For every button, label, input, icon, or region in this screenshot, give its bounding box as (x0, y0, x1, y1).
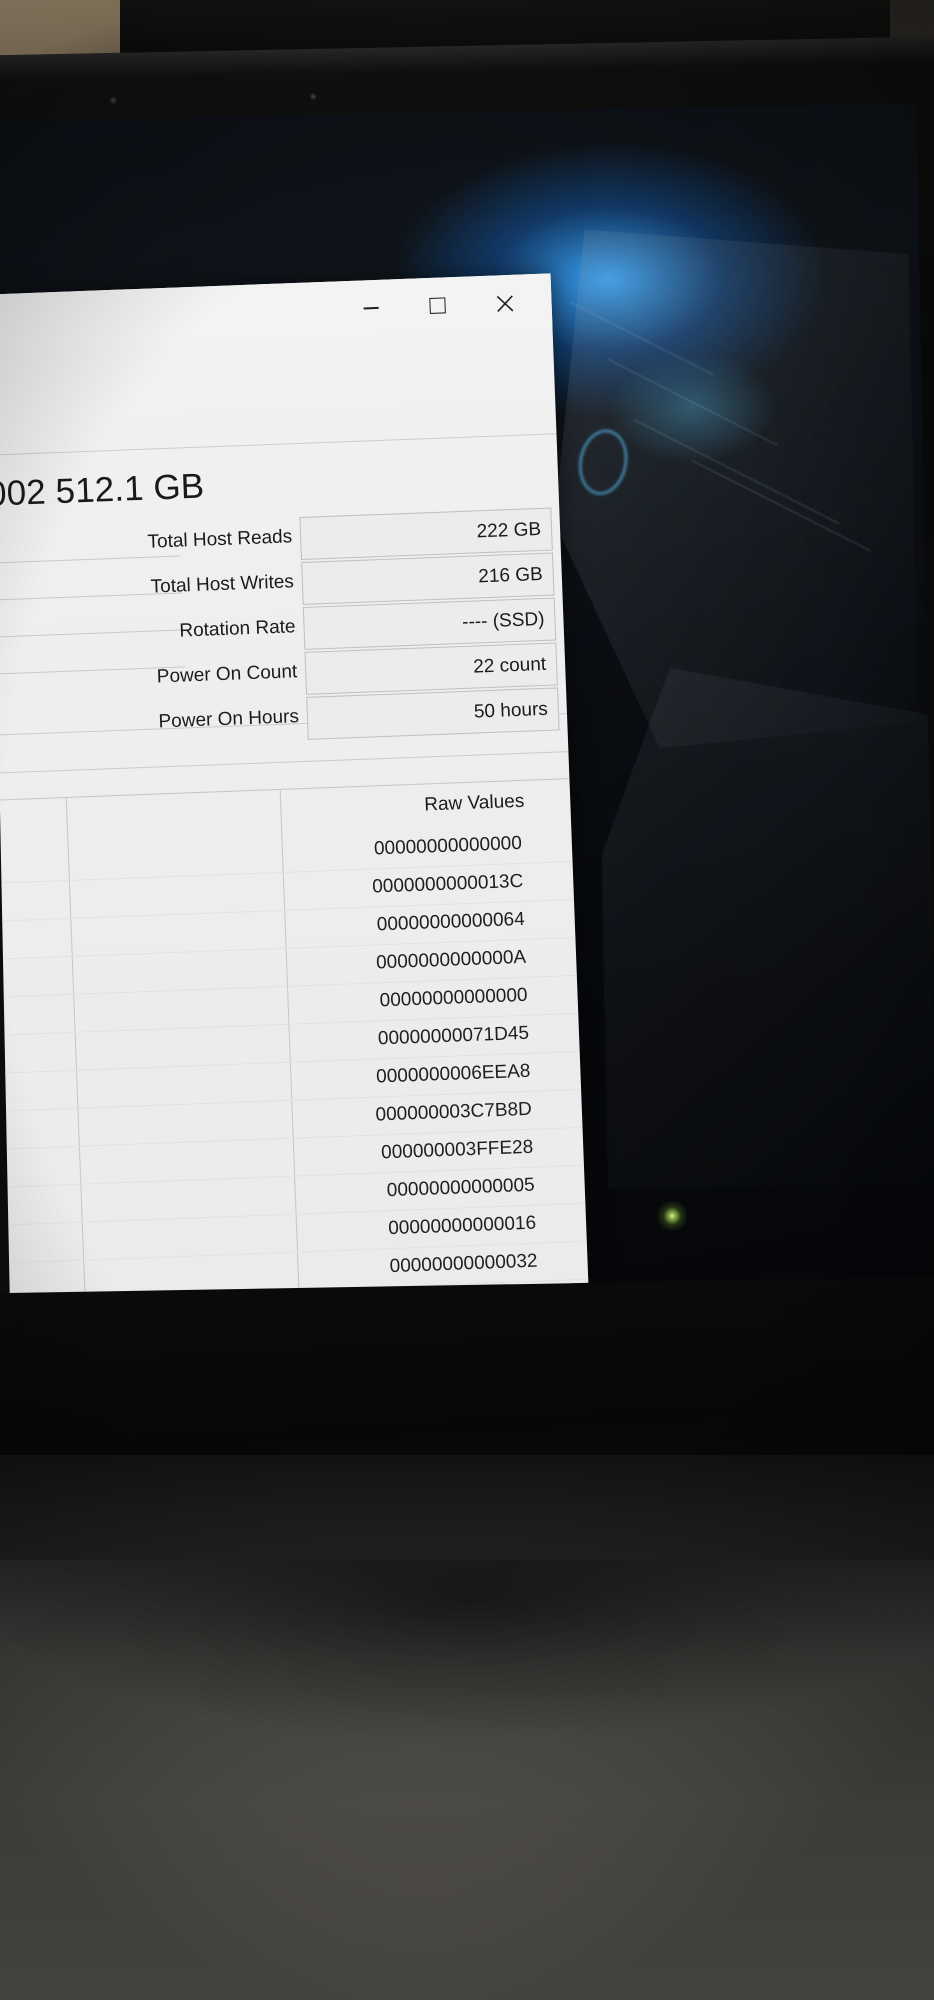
table-row[interactable]: 00000000000000 (379, 985, 528, 1013)
field-label: Total Host Writes (150, 571, 295, 598)
table-row[interactable]: 00000000000016 (388, 1213, 537, 1241)
close-icon (496, 294, 513, 312)
field-value: 216 GB (477, 563, 544, 588)
table-row[interactable]: 000000003FFE28 (381, 1137, 534, 1165)
maximize-button[interactable] (406, 283, 470, 329)
minimize-button[interactable] (339, 285, 403, 331)
webcam-dot (109, 96, 117, 105)
desk-surface (0, 1560, 934, 2000)
field-value: 222 GB (476, 518, 542, 543)
field-label: Total Host Reads (147, 526, 293, 553)
laptop-screen: ge PTHH-512G-1002 512.1 GB 0 41717 ress … (0, 102, 934, 1312)
table-row[interactable]: 00000000000032 (389, 1251, 538, 1279)
field-value: 22 count (472, 653, 547, 678)
table-row[interactable]: 0000000006EEA8 (376, 1061, 531, 1089)
wallpaper-rock-shape (597, 663, 934, 1190)
field-value: 50 hours (473, 698, 549, 723)
field-value-box[interactable]: 222 GB (299, 507, 553, 560)
table-row[interactable]: 00000000071D45 (378, 1023, 530, 1051)
column-header-raw-values: Raw Values (423, 790, 525, 816)
table-row[interactable]: 0000000000013C (372, 871, 524, 899)
table-row[interactable]: 00000000000064 (376, 909, 525, 937)
field-value-box[interactable]: ---- (SSD) (302, 597, 557, 650)
field-value-box[interactable]: 216 GB (301, 552, 555, 605)
photo-of-laptop-screen: ge PTHH-512G-1002 512.1 GB 0 41717 ress … (0, 0, 934, 2000)
maximize-icon (429, 297, 446, 314)
field-label: Power On Count (156, 661, 298, 688)
table-row[interactable]: 00000000000005 (386, 1175, 535, 1203)
smart-attributes-table[interactable]: Raw Values 00000000000000 0000000000013C 0… (0, 778, 589, 1311)
field-value: ---- (SSD) (461, 608, 545, 633)
smart-summary-fields: Total Host Reads 222 GB Total Host Write… (147, 507, 560, 748)
field-label: Power On Hours (158, 706, 300, 733)
disk-info-window: ge PTHH-512G-1002 512.1 GB 0 41717 ress … (0, 273, 589, 1312)
minimize-icon (363, 307, 379, 310)
field-value-box[interactable]: 50 hours (306, 687, 560, 740)
table-row[interactable]: 0000000000000A (376, 947, 527, 975)
field-label: Rotation Rate (179, 616, 296, 642)
sensor-dot (309, 92, 317, 101)
table-row[interactable]: 000000003C7B8D (375, 1099, 532, 1127)
field-value-box[interactable]: 22 count (304, 642, 558, 695)
table-row[interactable]: 00000000000000 (374, 833, 523, 861)
laptop-lid: ge PTHH-512G-1002 512.1 GB 0 41717 ress … (0, 36, 934, 1376)
close-button[interactable] (473, 280, 537, 326)
